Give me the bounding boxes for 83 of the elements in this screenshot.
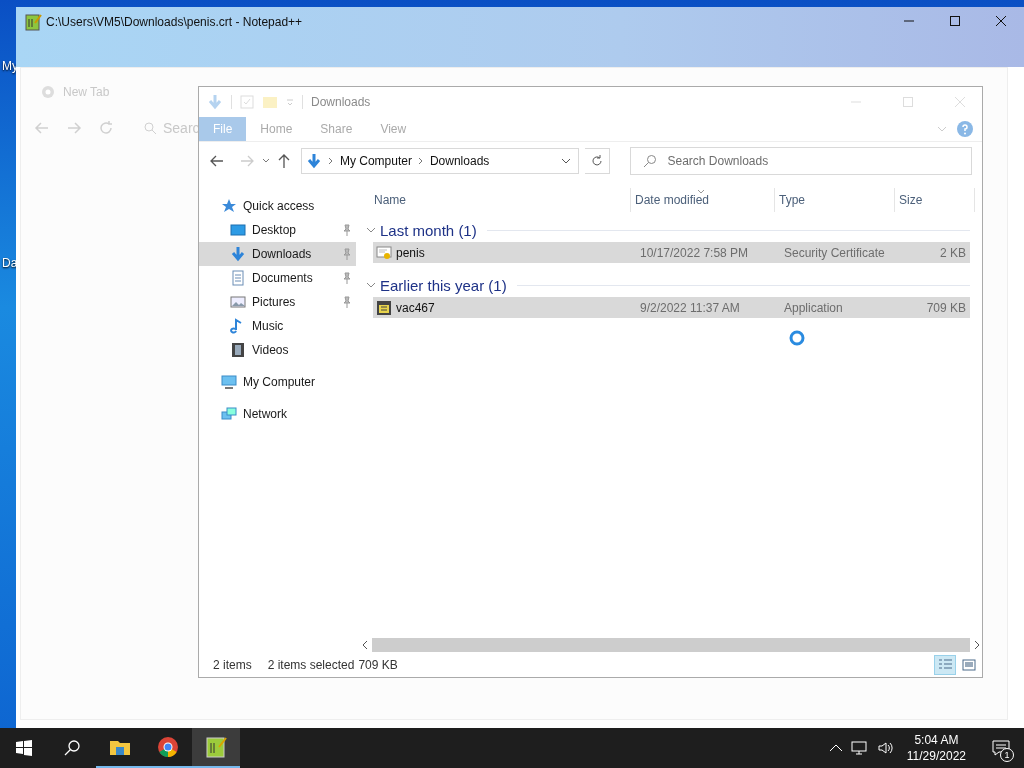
file-row[interactable]: vac467 9/2/2022 11:37 AM Application 709 KB bbox=[373, 297, 970, 318]
window-title: Downloads bbox=[311, 95, 371, 109]
column-header[interactable]: Size bbox=[895, 188, 975, 212]
desktop-icon-label[interactable]: Da bbox=[2, 256, 18, 270]
search-icon bbox=[143, 121, 157, 135]
nav-item[interactable]: Videos bbox=[199, 338, 356, 362]
network-icon[interactable] bbox=[850, 740, 869, 756]
application-icon bbox=[376, 299, 392, 316]
refresh-icon bbox=[590, 154, 604, 168]
back-icon[interactable] bbox=[209, 153, 225, 169]
breadcrumb-item[interactable]: My Computer bbox=[339, 154, 412, 168]
nav-item[interactable]: Network bbox=[199, 402, 356, 426]
windows-logo-icon bbox=[16, 740, 32, 756]
type-cell-text: Security Certificate bbox=[783, 245, 886, 260]
nav-item[interactable]: Quick access bbox=[199, 194, 356, 218]
search-icon bbox=[64, 740, 80, 756]
speaker-icon[interactable] bbox=[876, 740, 895, 756]
notepad-icon bbox=[24, 13, 42, 31]
nav-item[interactable]: Desktop bbox=[199, 218, 356, 242]
loading-spinner-icon bbox=[788, 329, 806, 347]
help-icon[interactable] bbox=[956, 120, 974, 138]
size-cell-text: 709 KB bbox=[925, 300, 967, 315]
large-icons-view-icon bbox=[961, 657, 977, 673]
download-arrow-icon bbox=[207, 94, 223, 110]
window-title: C:\Users\VM5\Downloads\penis.crt - Notepad++ bbox=[46, 15, 303, 29]
breadcrumb-separator-icon bbox=[327, 157, 334, 165]
chevron-down-icon[interactable] bbox=[366, 280, 376, 290]
size-cell-text: 2 KB bbox=[939, 245, 967, 260]
horizontal-scrollbar[interactable] bbox=[360, 637, 982, 653]
chevron-up-icon[interactable] bbox=[828, 743, 843, 753]
download-arrow-icon bbox=[305, 153, 322, 169]
star-icon bbox=[221, 198, 237, 214]
film-icon bbox=[230, 342, 246, 358]
picture-icon bbox=[230, 294, 246, 310]
document-icon bbox=[230, 270, 246, 286]
certificate-icon bbox=[376, 244, 392, 261]
selection-size: 709 KB bbox=[358, 658, 398, 672]
date-cell-text: 10/17/2022 7:58 PM bbox=[639, 245, 750, 260]
file-name: penis bbox=[396, 245, 425, 260]
taskbar-app[interactable] bbox=[192, 728, 240, 768]
nav-item[interactable]: Music bbox=[199, 314, 356, 338]
nav-item[interactable]: Pictures bbox=[199, 290, 356, 314]
chevron-down-icon[interactable] bbox=[366, 225, 376, 235]
up-arrow-icon[interactable] bbox=[276, 153, 291, 169]
file-row[interactable]: penis 10/17/2022 7:58 PM Security Certificate 2 KB bbox=[373, 242, 970, 263]
nav-item[interactable]: Documents bbox=[199, 266, 356, 290]
maximize-icon[interactable] bbox=[947, 13, 963, 29]
selection-count: 2 items selected bbox=[267, 658, 355, 672]
computer-icon bbox=[221, 374, 237, 390]
date-cell-text: 9/2/2022 11:37 AM bbox=[639, 300, 741, 315]
chrome-icon bbox=[41, 85, 55, 99]
pin-icon bbox=[342, 224, 352, 236]
notification-icon bbox=[992, 740, 1010, 756]
column-header[interactable]: Date modified bbox=[631, 188, 775, 212]
item-count: 2 items bbox=[213, 658, 252, 672]
group-header: Last month (1) bbox=[380, 221, 477, 239]
file-name: vac467 bbox=[396, 300, 435, 315]
nav-item[interactable]: My Computer bbox=[199, 370, 356, 394]
scroll-right-icon[interactable] bbox=[972, 639, 982, 651]
column-header[interactable]: Type bbox=[775, 188, 895, 212]
type-cell-text: Application bbox=[783, 300, 844, 315]
search-icon bbox=[643, 154, 658, 168]
group-header: Earlier this year (1) bbox=[380, 276, 507, 294]
notification-button[interactable]: 1 bbox=[986, 728, 1016, 768]
download-arrow-icon bbox=[230, 246, 246, 262]
chrome-icon bbox=[156, 735, 180, 759]
pin-icon bbox=[342, 272, 352, 284]
monitor-icon bbox=[230, 222, 246, 238]
address-bar[interactable]: My Computer Downloads bbox=[300, 148, 579, 174]
pin-icon bbox=[342, 296, 352, 308]
network-icon bbox=[221, 406, 237, 422]
search-field[interactable]: Search Downloads bbox=[630, 147, 972, 175]
refresh-button[interactable] bbox=[584, 148, 611, 174]
view-button[interactable] bbox=[934, 655, 956, 675]
breadcrumb-separator-icon bbox=[417, 157, 424, 165]
scroll-left-icon[interactable] bbox=[360, 639, 370, 651]
close-icon[interactable] bbox=[993, 13, 1009, 29]
column-header[interactable]: Name bbox=[370, 188, 631, 212]
clock[interactable]: 5:04 AM 11/29/2022 bbox=[906, 732, 966, 764]
nav-item[interactable]: Downloads bbox=[199, 242, 356, 266]
breadcrumb-item[interactable]: Downloads bbox=[429, 154, 490, 168]
pin-icon bbox=[342, 248, 352, 260]
notepad-icon bbox=[204, 735, 228, 759]
